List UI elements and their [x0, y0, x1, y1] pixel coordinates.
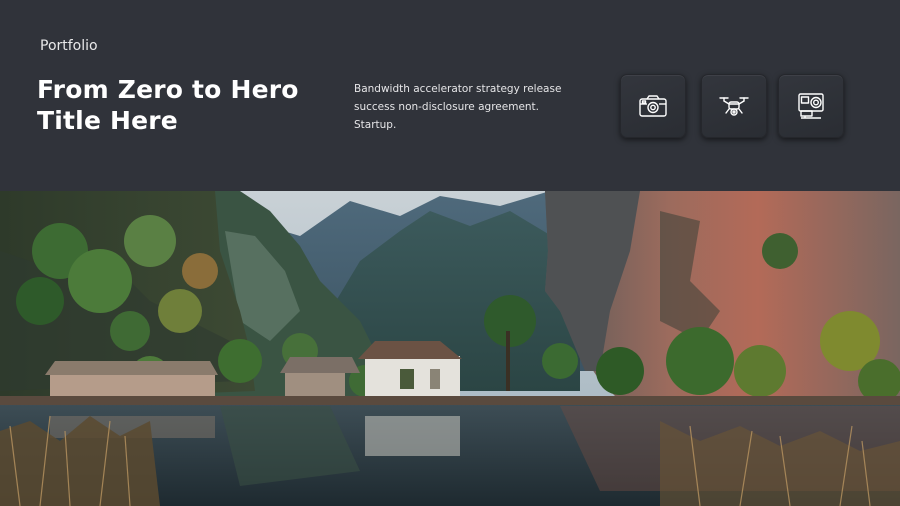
title-line-1: From Zero to Hero	[37, 75, 299, 104]
page-title: From Zero to Hero Title Here	[37, 74, 327, 136]
landscape-illustration	[0, 191, 900, 506]
camera-icon	[639, 95, 667, 117]
action-camera-icon	[798, 93, 824, 119]
drone-icon	[719, 97, 749, 116]
title-line-2: Title Here	[37, 106, 178, 135]
camera-button[interactable]	[620, 74, 686, 138]
description-text: Bandwidth accelerator strategy release s…	[354, 83, 562, 131]
section-kicker: Portfolio	[40, 38, 98, 54]
action-camera-button[interactable]	[778, 74, 844, 138]
header-panel: Portfolio From Zero to Hero Title Here B…	[0, 0, 900, 191]
landscape-photo	[0, 191, 900, 506]
drone-button[interactable]	[701, 74, 767, 138]
